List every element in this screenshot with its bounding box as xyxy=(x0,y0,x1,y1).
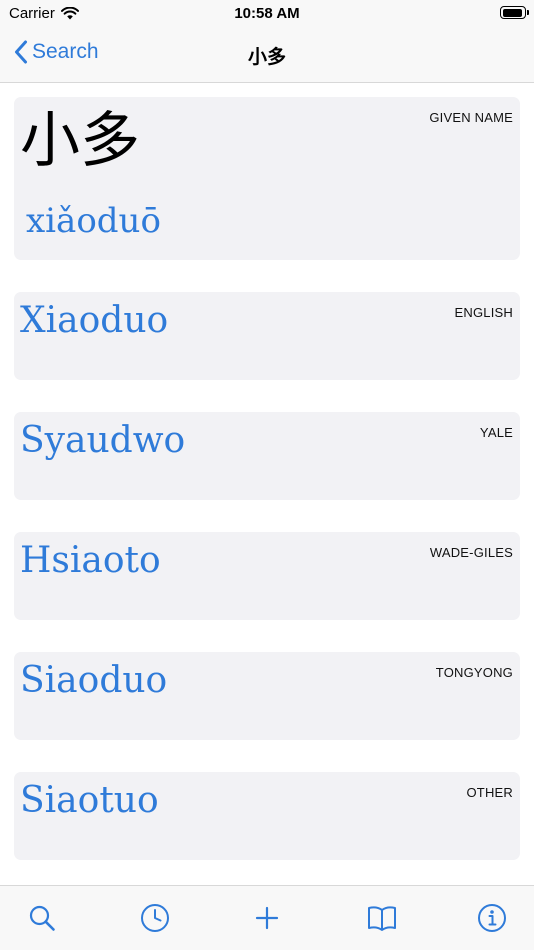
page-title: 小多 xyxy=(247,47,286,68)
book-icon xyxy=(368,906,396,931)
romanization-card-other: OTHER Siaotuo xyxy=(14,772,520,860)
clock-icon xyxy=(141,904,169,932)
tab-dictionary[interactable] xyxy=(367,903,397,933)
navigation-bar: Search 小多 xyxy=(0,28,534,83)
romanization-text[interactable]: Syaudwo xyxy=(20,420,185,461)
romanization-text[interactable]: Siaotuo xyxy=(20,780,159,821)
info-icon xyxy=(478,904,506,932)
romanization-system-label: OTHER xyxy=(466,785,513,800)
romanization-card-tongyong: TONGYONG Siaoduo xyxy=(14,652,520,740)
romanization-system-label: YALE xyxy=(479,425,513,440)
romanization-card-english: ENGLISH Xiaoduo xyxy=(14,292,520,380)
entry-type-label: GIVEN NAME xyxy=(429,110,513,125)
status-bar: Carrier 10:58 AM xyxy=(0,0,534,28)
battery-icon xyxy=(500,6,529,19)
pinyin-text[interactable]: xiǎoduō xyxy=(26,201,161,241)
hanzi-text: 小多 xyxy=(20,106,140,176)
tab-history[interactable] xyxy=(140,903,170,933)
romanization-system-label: ENGLISH xyxy=(454,305,513,320)
status-time: 10:58 AM xyxy=(234,5,300,22)
romanization-text[interactable]: Siaoduo xyxy=(20,660,167,701)
tab-bar xyxy=(0,885,534,950)
romanization-system-label: WADE-GILES xyxy=(429,545,513,560)
plus-icon xyxy=(255,906,279,930)
romanization-system-label: TONGYONG xyxy=(435,665,513,680)
romanization-card-yale: YALE Syaudwo xyxy=(14,412,520,500)
romanization-text[interactable]: Hsiaoto xyxy=(20,540,161,581)
search-icon xyxy=(29,905,55,931)
battery-level xyxy=(502,8,522,17)
tab-search[interactable] xyxy=(27,903,57,933)
romanization-card-wade-giles: WADE-GILES Hsiaoto xyxy=(14,532,520,620)
entry-card: GIVEN NAME 小多 xiǎoduō xyxy=(14,97,520,260)
tab-add[interactable] xyxy=(252,903,282,933)
tab-info[interactable] xyxy=(477,903,507,933)
romanization-text[interactable]: Xiaoduo xyxy=(20,300,168,341)
